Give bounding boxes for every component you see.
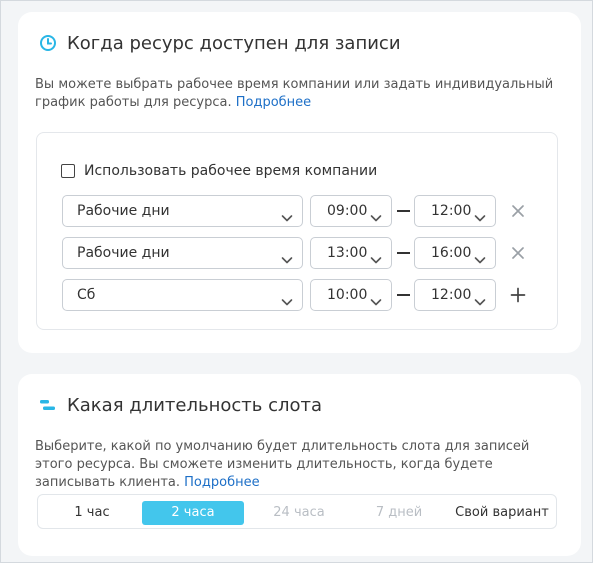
slot-option[interactable]: 2 часа — [142, 501, 244, 525]
slot-title: Какая длительность слота — [67, 395, 323, 416]
use-company-hours-checkbox[interactable] — [61, 164, 75, 178]
time-to-value: 12:00 — [431, 203, 472, 219]
time-from-select[interactable]: 13:00 — [310, 237, 392, 269]
clock-icon — [40, 35, 56, 51]
slot-description: Выберите, какой по умолчанию будет длите… — [35, 438, 565, 492]
range-dash — [397, 252, 410, 254]
time-from-value: 10:00 — [327, 287, 368, 303]
time-from-value: 13:00 — [327, 245, 368, 261]
chevron-down-icon — [474, 205, 486, 222]
slot-description-text: Выберите, какой по умолчанию будет длите… — [35, 439, 530, 490]
chevron-down-icon — [474, 247, 486, 264]
use-company-hours-label: Использовать рабочее время компании — [84, 163, 378, 179]
days-select-value: Сб — [77, 287, 96, 303]
time-from-select[interactable]: 10:00 — [310, 279, 392, 311]
availability-card: Когда ресурс доступен для записи Вы може… — [18, 12, 581, 353]
slot-more-link[interactable]: Подробнее — [184, 475, 259, 490]
schedule-panel: Использовать рабочее время компании Рабо… — [36, 132, 558, 330]
days-select-value: Рабочие дни — [77, 245, 170, 261]
slot-option: 7 дней — [375, 505, 423, 520]
chevron-down-icon — [370, 247, 382, 264]
slot-option[interactable]: Свой вариант — [448, 501, 556, 525]
availability-title: Когда ресурс доступен для записи — [67, 33, 401, 54]
days-select[interactable]: Рабочие дни — [62, 237, 303, 269]
days-select-value: Рабочие дни — [77, 203, 170, 219]
chevron-down-icon — [474, 289, 486, 306]
range-dash — [397, 210, 410, 212]
time-to-value: 12:00 — [431, 287, 472, 303]
duration-icon — [40, 400, 55, 410]
chevron-down-icon — [370, 205, 382, 222]
time-to-value: 16:00 — [431, 245, 472, 261]
time-to-select[interactable]: 12:00 — [414, 279, 496, 311]
use-company-hours-row[interactable]: Использовать рабочее время компании — [61, 163, 377, 179]
page-frame: Когда ресурс доступен для записи Вы може… — [0, 0, 593, 563]
chevron-down-icon — [370, 289, 382, 306]
chevron-down-icon — [281, 205, 293, 222]
time-from-value: 09:00 — [327, 203, 368, 219]
add-row-icon[interactable] — [510, 287, 526, 303]
slot-duration-selector: 1 час 2 часа 24 часа 7 дней Свой вариант — [37, 494, 557, 529]
days-select[interactable]: Сб — [62, 279, 303, 311]
range-dash — [397, 294, 410, 296]
availability-description: Вы можете выбрать рабочее время компании… — [35, 76, 565, 112]
time-from-select[interactable]: 09:00 — [310, 195, 392, 227]
slot-option[interactable]: 1 час — [38, 501, 146, 525]
remove-row-icon[interactable] — [510, 203, 526, 219]
remove-row-icon[interactable] — [510, 245, 526, 261]
availability-more-link[interactable]: Подробнее — [236, 95, 311, 110]
time-to-select[interactable]: 12:00 — [414, 195, 496, 227]
chevron-down-icon — [281, 289, 293, 306]
time-to-select[interactable]: 16:00 — [414, 237, 496, 269]
days-select[interactable]: Рабочие дни — [62, 195, 303, 227]
chevron-down-icon — [281, 247, 293, 264]
slot-card: Какая длительность слота Выберите, какой… — [18, 374, 581, 556]
slot-option: 24 часа — [273, 505, 325, 520]
